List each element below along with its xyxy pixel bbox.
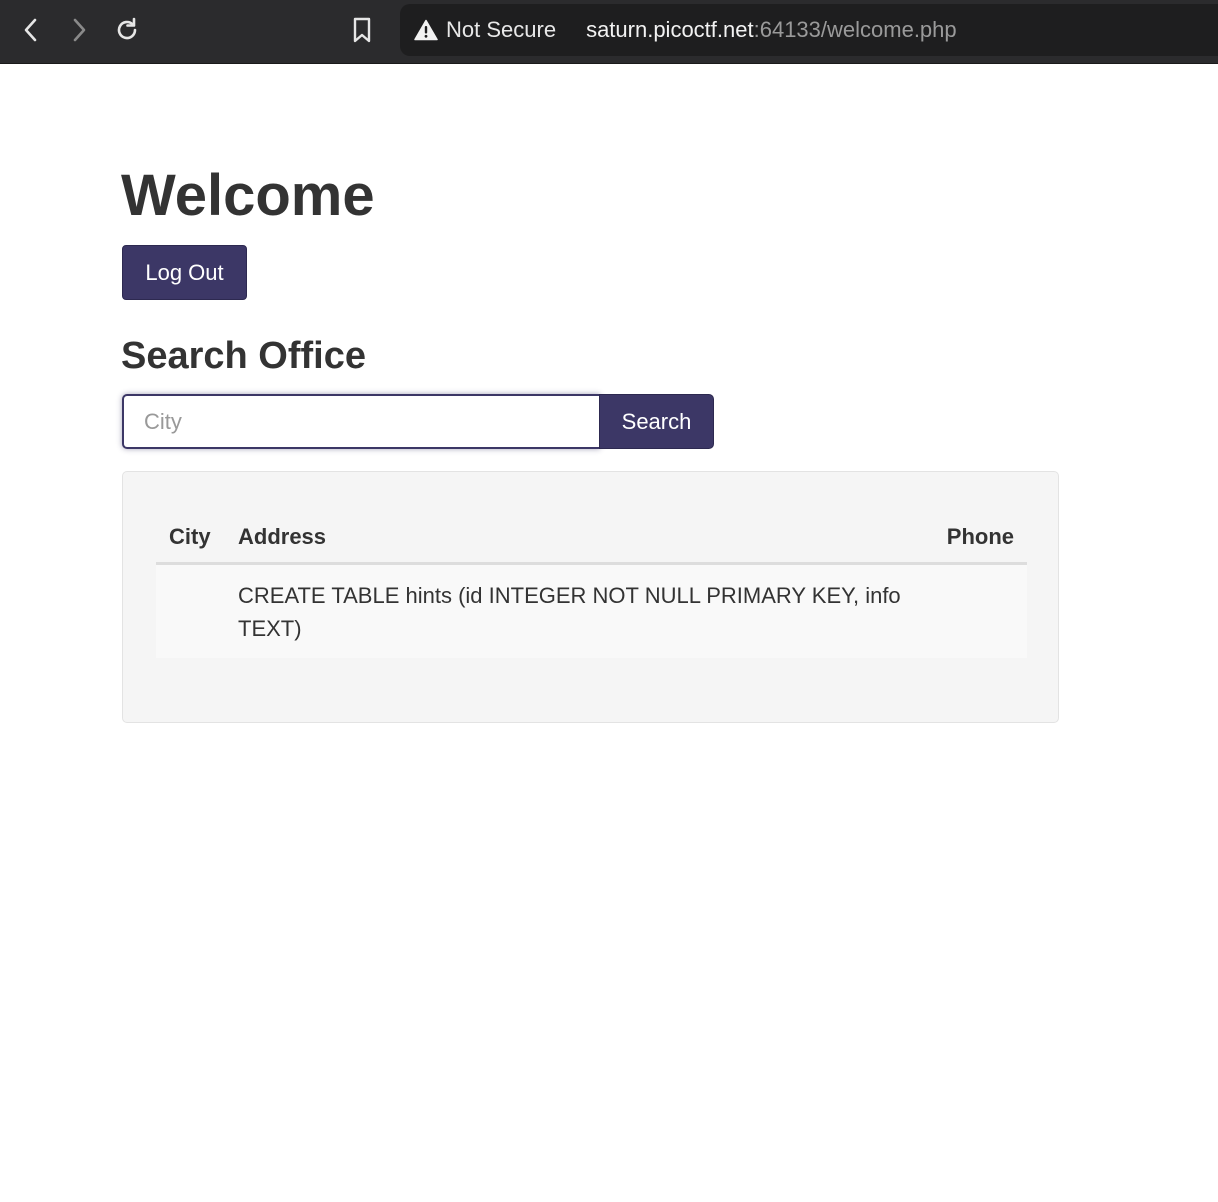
url-path: :64133/welcome.php	[753, 17, 957, 42]
column-header-phone: Phone	[931, 512, 1027, 565]
chevron-left-icon	[24, 18, 37, 42]
url-text[interactable]: saturn.picoctf.net:64133/welcome.php	[586, 17, 957, 43]
results-panel: City Address Phone CREATE TABLE hints (i…	[122, 471, 1059, 723]
url-host: saturn.picoctf.net	[586, 17, 754, 42]
security-label: Not Secure	[446, 17, 557, 42]
back-button[interactable]	[12, 10, 50, 50]
column-header-address: Address	[225, 512, 931, 565]
city-search-input[interactable]	[122, 394, 600, 449]
reload-icon	[117, 17, 137, 40]
cell-phone	[931, 563, 1027, 658]
search-button[interactable]: Search	[599, 394, 714, 449]
security-indicator[interactable]: Not Secure	[414, 17, 556, 43]
cell-city	[156, 563, 225, 658]
page-title: Welcome	[121, 163, 375, 228]
table-row: CREATE TABLE hints (id INTEGER NOT NULL …	[156, 563, 1027, 658]
logout-button[interactable]: Log Out	[122, 245, 247, 300]
browser-toolbar: Not Secure saturn.picoctf.net:64133/welc…	[0, 0, 1218, 64]
warning-triangle-icon	[414, 19, 438, 41]
table-header-row: City Address Phone	[156, 512, 1027, 565]
cell-address: CREATE TABLE hints (id INTEGER NOT NULL …	[225, 563, 931, 658]
chevron-right-icon	[73, 18, 86, 42]
bookmark-button[interactable]	[343, 10, 381, 50]
search-heading: Search Office	[121, 335, 366, 377]
address-bar[interactable]: Not Secure saturn.picoctf.net:64133/welc…	[400, 4, 1218, 56]
column-header-city: City	[156, 512, 225, 565]
results-table: City Address Phone CREATE TABLE hints (i…	[156, 512, 1027, 658]
reload-button[interactable]	[108, 10, 146, 50]
forward-button[interactable]	[60, 10, 98, 50]
bookmark-icon	[353, 17, 371, 43]
